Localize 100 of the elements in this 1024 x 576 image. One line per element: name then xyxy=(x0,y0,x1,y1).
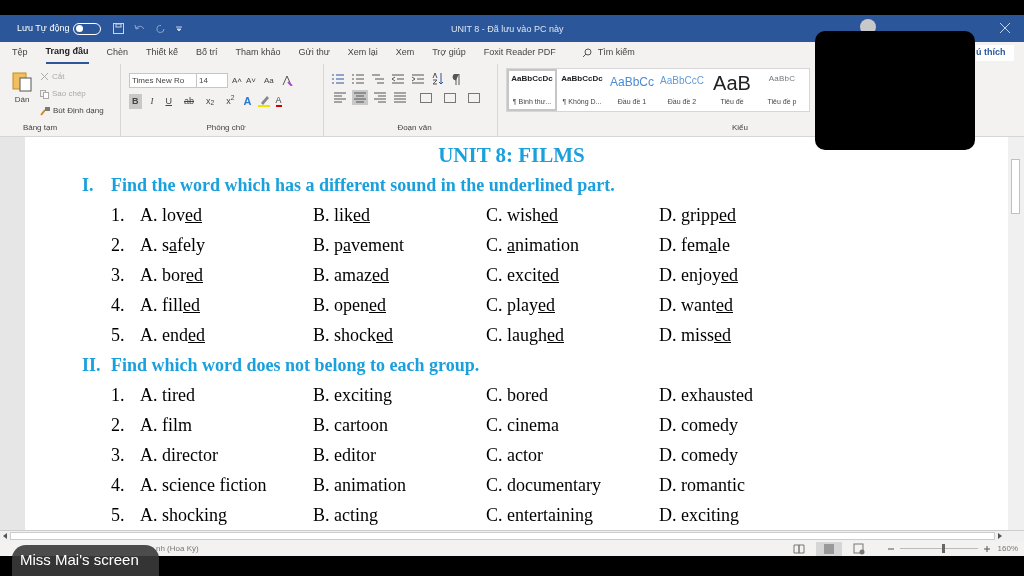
menu-tab[interactable]: Thiết kế xyxy=(146,42,179,64)
menu-tab[interactable]: Tệp xyxy=(12,42,28,64)
zoom-out-icon[interactable] xyxy=(887,545,894,552)
zoom-in-icon[interactable] xyxy=(983,545,990,552)
menu-tab[interactable]: Xem xyxy=(395,42,415,64)
answer-option: C. wished xyxy=(486,204,558,225)
menu-tab[interactable]: Trợ giúp xyxy=(432,42,466,64)
web-page-icon xyxy=(852,542,865,555)
language-status[interactable]: nh (Hoa Kỳ) xyxy=(156,542,199,555)
zoom-slider[interactable] xyxy=(899,544,978,553)
style-sample: AaB xyxy=(713,73,751,93)
search-field[interactable]: Tìm kiếm xyxy=(581,46,635,60)
menu-tab[interactable]: Foxit Reader PDF xyxy=(483,42,556,64)
multilevel-list-icon[interactable] xyxy=(372,74,384,84)
section-heading: Find the word which has a different sound in the underlined part. xyxy=(111,173,615,197)
redo-icon[interactable] xyxy=(156,23,167,34)
answer-option: A. film xyxy=(140,414,192,435)
superscript-button[interactable]: x$^{2}$ xyxy=(223,93,238,109)
answer-option: D. exciting xyxy=(659,504,739,525)
align-left-button[interactable] xyxy=(332,90,348,105)
answer-option: B. amazed xyxy=(313,264,389,285)
change-case-button[interactable]: Aa xyxy=(264,74,274,87)
menu-tab[interactable]: Chèn xyxy=(106,42,129,64)
style-sample: AaBbC xyxy=(768,73,796,85)
align-right-button[interactable] xyxy=(372,90,388,105)
autosave-label: Lưu Tự động xyxy=(17,21,70,35)
menu-tab[interactable]: Tham khảo xyxy=(235,42,281,64)
scissors-icon xyxy=(40,72,49,82)
font-size-field[interactable]: 14 xyxy=(196,73,228,88)
group-label: Kiểu xyxy=(731,122,749,134)
sort-icon[interactable] xyxy=(432,73,444,85)
comments-button[interactable]: ú thích xyxy=(976,45,1014,61)
book-icon xyxy=(792,542,805,555)
answer-option: B. exciting xyxy=(313,384,392,405)
menu-tab[interactable]: Gửi thư xyxy=(298,42,330,64)
search-icon xyxy=(581,48,592,58)
page-icon xyxy=(822,542,835,555)
close-icon[interactable] xyxy=(1000,23,1010,33)
section-heading: Find which word does not belong to each group. xyxy=(111,353,480,377)
vertical-scrollbar[interactable] xyxy=(1008,137,1024,530)
menu-tab[interactable]: Bố trí xyxy=(196,42,218,64)
underline-button[interactable]: U xyxy=(162,93,175,109)
text-effects-button[interactable]: A xyxy=(243,93,252,110)
answer-option: C. documentary xyxy=(486,474,601,495)
bullets-icon[interactable] xyxy=(332,74,344,84)
group-label: Phông chữ xyxy=(205,122,247,134)
group-label: Bảng tạm xyxy=(21,122,59,134)
menu-tab[interactable]: Xem lại xyxy=(347,42,378,64)
scrollbar-thumb[interactable] xyxy=(1011,159,1020,214)
align-justify-button[interactable] xyxy=(392,90,408,105)
answer-option: B. animation xyxy=(313,474,406,495)
answer-option: C. animation xyxy=(486,234,579,255)
horizontal-scrollbar[interactable] xyxy=(0,530,1024,541)
clear-format-icon[interactable] xyxy=(281,75,293,86)
answer-option: A. director xyxy=(140,444,218,465)
font-name-field[interactable]: Times New Ro xyxy=(129,73,197,88)
strike-button[interactable]: ab xyxy=(181,93,197,109)
section-numeral: II. xyxy=(82,353,102,377)
highlighter-icon[interactable] xyxy=(257,95,270,108)
question-number: 3. xyxy=(111,263,126,287)
print-view-button[interactable] xyxy=(815,541,842,556)
answer-option: B. shocked xyxy=(313,324,393,345)
subscript-button[interactable]: x$_{2}$ xyxy=(203,93,218,109)
question-number: 5. xyxy=(111,503,126,527)
answer-option: A. safely xyxy=(140,234,205,255)
increase-indent-icon[interactable] xyxy=(412,74,424,84)
answer-option: A. tired xyxy=(140,384,195,405)
question-number: 1. xyxy=(111,383,126,407)
pilcrow-icon[interactable] xyxy=(452,73,460,85)
answer-option: B. acting xyxy=(313,504,378,525)
answer-option: A. shocking xyxy=(140,504,227,525)
numbering-icon[interactable] xyxy=(352,74,364,84)
zoom-level[interactable]: 160% xyxy=(997,542,1018,555)
answer-option: C. bored xyxy=(486,384,548,405)
answer-option: C. played xyxy=(486,294,555,315)
answer-option: B. liked xyxy=(313,204,370,225)
italic-button[interactable]: I xyxy=(147,93,157,109)
answer-option: D. wanted xyxy=(659,294,733,315)
answer-option: B. editor xyxy=(313,444,376,465)
bold-button[interactable]: B xyxy=(129,93,142,109)
paste-button[interactable]: Dán xyxy=(10,70,34,122)
format-painter-button[interactable]: Bút Định dạng xyxy=(53,105,104,117)
decrease-indent-icon[interactable] xyxy=(392,74,404,84)
grow-font-button[interactable]: A˄ xyxy=(232,74,242,87)
scroll-right-icon[interactable] xyxy=(998,533,1002,539)
brush-icon xyxy=(40,106,50,116)
font-color-button[interactable]: A xyxy=(275,95,282,107)
answer-option: C. actor xyxy=(486,444,543,465)
style-sample: AaBbCcC xyxy=(660,74,704,88)
answer-option: D. comedy xyxy=(659,414,738,435)
section-numeral: I. xyxy=(82,173,95,197)
style-sample: AaBbCcDc xyxy=(561,73,603,85)
answer-option: D. female xyxy=(659,234,730,255)
save-icon[interactable] xyxy=(113,23,125,34)
shrink-font-button[interactable]: A˅ xyxy=(246,74,257,87)
answer-option: D. enjoyed xyxy=(659,264,738,285)
scroll-left-icon[interactable] xyxy=(3,533,7,539)
customize-icon[interactable] xyxy=(176,25,183,32)
answer-option: B. cartoon xyxy=(313,414,388,435)
style-sample: AaBbCcDc xyxy=(511,73,553,85)
